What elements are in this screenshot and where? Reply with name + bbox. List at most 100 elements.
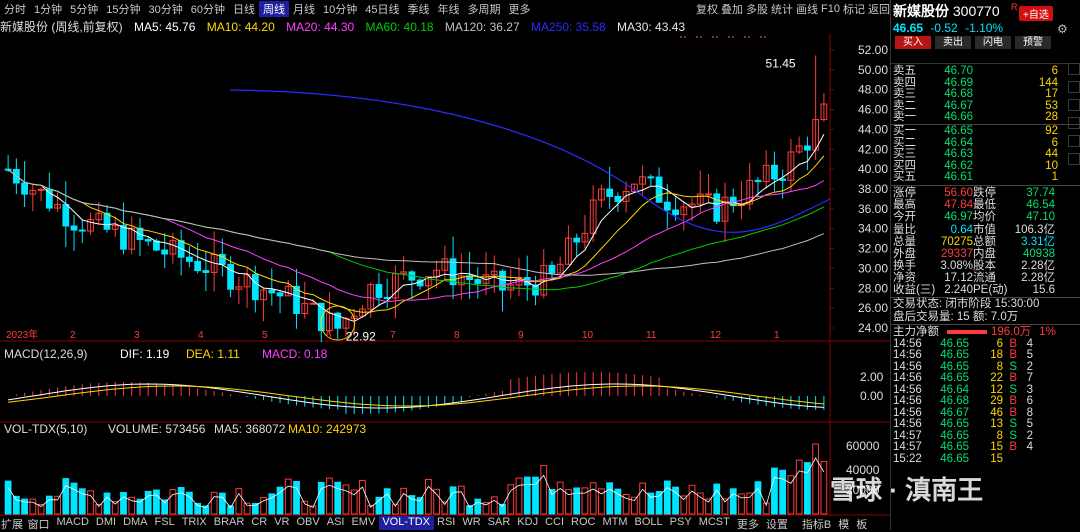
- indicator-tab[interactable]: BRAR: [210, 516, 248, 530]
- indicator-tab[interactable]: VR: [271, 516, 293, 530]
- candle-body: [276, 292, 284, 297]
- book-row: 买五 46.61 1: [893, 172, 1062, 184]
- indicator-tab[interactable]: MACD: [53, 516, 92, 530]
- period-tab[interactable]: 30分钟: [145, 1, 187, 17]
- price-tick-label: 52.00: [858, 43, 888, 57]
- indicator-tab[interactable]: VOL-TDX: [378, 516, 434, 530]
- volume-bar: [408, 495, 416, 515]
- ma10-label: MA10: 44.20: [206, 20, 275, 34]
- toolbar-action[interactable]: 多股: [746, 1, 768, 17]
- toolbar-icon[interactable]: [1068, 81, 1080, 93]
- panel-tab[interactable]: 指标B: [798, 516, 834, 531]
- candle-body: [705, 193, 712, 196]
- period-tab[interactable]: 更多: [505, 1, 535, 17]
- sell-button[interactable]: 卖出: [935, 36, 971, 49]
- toolbar-icon[interactable]: [1068, 135, 1080, 147]
- indicator-tab[interactable]: EMV: [348, 516, 379, 530]
- flash-button[interactable]: 闪电: [975, 36, 1011, 49]
- add-favorite-button[interactable]: +自选: [1019, 6, 1053, 21]
- panel-tab[interactable]: 板: [853, 516, 871, 531]
- indicator-tab[interactable]: CCI: [542, 516, 568, 530]
- volume-bar: [729, 488, 737, 515]
- book-price: 46.63: [944, 148, 973, 161]
- indicator-tab[interactable]: 更多: [733, 516, 762, 531]
- indicator-tab[interactable]: DMA: [120, 516, 151, 530]
- period-tab[interactable]: 多周期: [464, 1, 505, 17]
- indicator-tabs: 扩展 窗口 MACD DMI DMA FSL TRIX BRAR CR VR OBV ASI EMV VO…: [0, 516, 867, 531]
- buy-button[interactable]: 买入: [895, 36, 931, 49]
- toolbar-icon[interactable]: [1068, 63, 1080, 75]
- volume-bar: [326, 477, 333, 515]
- period-tab[interactable]: 60分钟: [187, 1, 229, 17]
- candle-body: [153, 240, 160, 251]
- main-net-value: 196.0万: [991, 325, 1032, 338]
- indicator-tab[interactable]: 窗口: [24, 516, 53, 531]
- tick-volume: 13: [990, 418, 1003, 431]
- indicator-tab[interactable]: PSY: [666, 516, 695, 530]
- candle-body: [120, 225, 127, 250]
- period-tab[interactable]: 季线: [404, 1, 434, 17]
- stat-value: 3.08%: [940, 260, 973, 273]
- panel-tab[interactable]: 模: [835, 516, 853, 531]
- tick-row: 14:56 46.65 13 S 5: [893, 419, 1062, 431]
- period-tab[interactable]: 15分钟: [102, 1, 144, 17]
- volume-bar: [771, 467, 778, 515]
- indicator-tab[interactable]: ASI: [323, 516, 348, 530]
- period-tab[interactable]: 日线: [229, 1, 259, 17]
- indicator-tab[interactable]: WR: [459, 516, 484, 530]
- volume-bar: [111, 501, 119, 515]
- period-tab[interactable]: 年线: [434, 1, 464, 17]
- toolbar-action[interactable]: 复权: [696, 1, 718, 17]
- indicator-tab[interactable]: KDJ: [514, 516, 542, 530]
- toolbar-icon[interactable]: [1068, 153, 1080, 165]
- toolbar-action[interactable]: 画线: [796, 1, 818, 17]
- indicator-tab[interactable]: ROC: [568, 516, 599, 530]
- indicator-tab[interactable]: MCST: [695, 516, 733, 530]
- x-tick-label: 2: [70, 330, 76, 341]
- kline-chart[interactable]: 52.0050.0048.0046.0044.0042.0040.0038.00…: [0, 34, 890, 516]
- toolbar-action[interactable]: 返回: [868, 1, 890, 17]
- tick-list: 14:56 46.65 6 B 4 14:56 46.65 18 B 5 14:56 46.65 8 S 2…: [891, 338, 1080, 466]
- toolbar-action[interactable]: 统计: [771, 1, 793, 17]
- indicator-tab[interactable]: TRIX: [178, 516, 210, 530]
- period-tab[interactable]: 分时: [0, 1, 30, 17]
- indicator-tab[interactable]: RSI: [434, 516, 459, 530]
- toolbar-action[interactable]: 标记: [843, 1, 865, 17]
- volume-bar: [62, 478, 70, 515]
- indicator-tab[interactable]: CR: [248, 516, 271, 530]
- tick-side: [1003, 454, 1017, 466]
- indicator-tab[interactable]: BOLL: [631, 516, 666, 530]
- alert-button[interactable]: 预警: [1015, 36, 1051, 49]
- period-tab[interactable]: 45日线: [361, 1, 403, 17]
- toolbar-action[interactable]: 叠加: [721, 1, 743, 17]
- toolbar-icon[interactable]: [1068, 99, 1080, 111]
- toolbar-action[interactable]: F10: [821, 3, 840, 15]
- period-tab[interactable]: 周线: [259, 1, 289, 17]
- indicator-tab[interactable]: SAR: [484, 516, 514, 530]
- toolbar-icon[interactable]: [1068, 117, 1080, 129]
- x-tick-label: 12: [710, 330, 722, 341]
- indicator-tab[interactable]: MTM: [599, 516, 631, 530]
- tick-row: 14:56 46.68 29 B 6: [893, 396, 1062, 408]
- volume-bar: [474, 498, 482, 515]
- volume-bar: [820, 461, 828, 515]
- stat-label: 市值: [973, 223, 996, 236]
- indicator-tab[interactable]: FSL: [151, 516, 178, 530]
- indicator-tab[interactable]: DMI: [92, 516, 119, 530]
- dea-line: [8, 385, 824, 407]
- r-badge: R: [1011, 2, 1018, 12]
- gear-icon[interactable]: ⚙: [1057, 22, 1068, 36]
- volume-bar: [37, 504, 45, 515]
- indicator-tab[interactable]: OBV: [293, 516, 323, 530]
- x-tick-label: 2023年: [6, 328, 38, 341]
- period-tab[interactable]: 5分钟: [66, 1, 102, 17]
- period-tab[interactable]: 10分钟: [319, 1, 361, 17]
- volume-bar: [680, 495, 688, 515]
- period-tab[interactable]: 1分钟: [30, 1, 66, 17]
- price-tick-label: 36.00: [858, 202, 888, 216]
- book-row: 卖三 46.68 17: [893, 89, 1062, 101]
- period-tab[interactable]: 月线: [289, 1, 319, 17]
- indicator-tab[interactable]: 设置: [762, 516, 791, 531]
- last-price: 46.65: [893, 21, 924, 35]
- expand-label[interactable]: 扩展: [0, 516, 24, 531]
